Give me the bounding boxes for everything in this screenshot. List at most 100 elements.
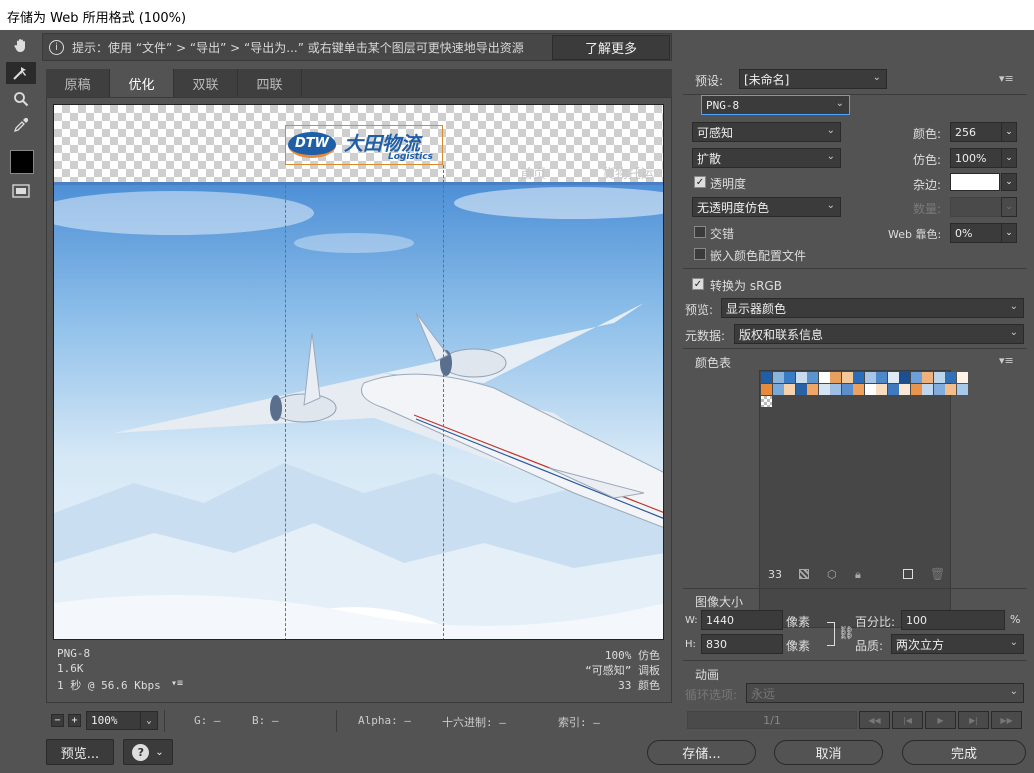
slice-select-tool-icon[interactable] <box>6 62 36 84</box>
color-swatch[interactable] <box>876 372 887 383</box>
color-swatch[interactable] <box>910 384 922 395</box>
animation-controls: ◀◀ |◀ ▶ ▶| ▶▶ <box>859 711 1025 729</box>
color-swatch[interactable] <box>807 372 818 383</box>
hand-tool-icon[interactable] <box>6 34 36 56</box>
dither-field[interactable]: 100% <box>950 148 1002 168</box>
width-label: W: <box>685 615 698 626</box>
color-table-menu-icon[interactable]: ▾≡ <box>999 354 1014 367</box>
quality-dropdown[interactable]: 两次立方 ⌄ <box>891 634 1024 654</box>
preview-in-browser-button[interactable]: 预览... <box>46 739 114 765</box>
transparency-dither-dropdown[interactable]: 无透明度仿色 ⌄ <box>692 197 841 217</box>
color-swatch[interactable] <box>784 372 795 383</box>
color-swatch[interactable] <box>772 384 784 395</box>
cancel-button[interactable]: 取消 <box>774 740 883 765</box>
image-preview[interactable]: DTW 大田物流 Logistics 首页 货物托运 <box>53 104 664 640</box>
color-swatch[interactable] <box>818 384 830 395</box>
metadata-dropdown[interactable]: 版权和联系信息 ⌄ <box>734 324 1024 344</box>
map-transparency-icon[interactable] <box>799 569 809 579</box>
matte-color-swatch[interactable] <box>950 173 1000 191</box>
height-field[interactable]: 830 <box>701 634 783 654</box>
web-shift-icon[interactable]: ⬡ <box>827 568 837 581</box>
color-swatch[interactable] <box>853 384 864 395</box>
color-swatch[interactable] <box>922 384 933 395</box>
color-swatch[interactable] <box>761 372 772 383</box>
learn-more-button[interactable]: 了解更多 <box>552 35 670 60</box>
done-button[interactable]: 完成 <box>902 740 1026 765</box>
color-swatch[interactable] <box>910 372 922 383</box>
preset-dropdown[interactable]: [未命名] ⌄ <box>739 69 887 89</box>
color-swatch[interactable] <box>933 372 945 383</box>
interlaced-checkbox[interactable] <box>694 226 706 238</box>
color-swatch[interactable] <box>830 372 841 383</box>
color-swatch[interactable] <box>853 372 864 383</box>
toggle-slices-visibility-icon[interactable] <box>6 180 36 202</box>
optimize-menu-icon[interactable]: ▾≡ <box>999 72 1014 85</box>
preview-label: 预览: <box>685 303 714 317</box>
color-swatch[interactable] <box>864 384 876 395</box>
zoom-tool-icon[interactable] <box>6 88 36 110</box>
view-tabs: 原稿 优化 双联 四联 <box>46 69 672 97</box>
color-swatch[interactable] <box>841 384 853 395</box>
percent-field[interactable]: 100 <box>901 610 1005 630</box>
tab-2-up[interactable]: 双联 <box>174 69 238 97</box>
tab-4-up[interactable]: 四联 <box>238 69 302 97</box>
download-speed-menu-icon[interactable]: ▾≡ <box>171 678 183 689</box>
color-swatch[interactable] <box>899 384 910 395</box>
tab-optimized[interactable]: 优化 <box>110 69 174 97</box>
convert-srgb-checkbox[interactable]: ✓ <box>692 278 704 290</box>
web-snap-field[interactable]: 0% <box>950 223 1002 243</box>
add-color-icon[interactable] <box>903 569 913 579</box>
lock-color-icon[interactable]: 🔒︎ <box>855 568 861 582</box>
dither-algorithm-dropdown[interactable]: 扩散 ⌄ <box>692 148 841 168</box>
color-swatch[interactable] <box>841 372 853 383</box>
amount-dropdown-icon: ⌄ <box>1001 197 1017 217</box>
preview-color-dropdown[interactable]: 显示器颜色 ⌄ <box>721 298 1024 318</box>
zoom-dropdown-icon[interactable]: ⌄ <box>140 711 158 730</box>
color-swatch[interactable] <box>795 372 807 383</box>
save-button[interactable]: 存储... <box>647 740 756 765</box>
color-swatch[interactable] <box>887 384 899 395</box>
matte-label: 杂边: <box>913 178 942 192</box>
dither-dropdown-icon[interactable]: ⌄ <box>1001 148 1017 168</box>
colors-dropdown-icon[interactable]: ⌄ <box>1001 122 1017 142</box>
color-swatch[interactable] <box>772 372 784 383</box>
color-swatch[interactable] <box>864 372 876 383</box>
color-swatch[interactable] <box>945 372 956 383</box>
color-table[interactable] <box>759 370 968 628</box>
matte-dropdown-icon[interactable]: ⌄ <box>1001 173 1017 191</box>
eyedropper-color-swatch[interactable] <box>10 150 34 174</box>
color-swatch[interactable] <box>933 384 945 395</box>
info-dither: 100% 仿色 <box>604 649 660 662</box>
file-format-dropdown[interactable]: PNG-8 ⌄ <box>701 95 850 115</box>
transparent-color-swatch[interactable] <box>761 396 772 407</box>
chain-link-icon[interactable]: ⛓︎ <box>838 626 855 641</box>
color-swatch[interactable] <box>899 372 910 383</box>
width-field[interactable]: 1440 <box>701 610 783 630</box>
color-swatch[interactable] <box>807 384 818 395</box>
browser-select-button[interactable]: ? ⌄ <box>123 739 173 765</box>
color-swatch[interactable] <box>945 384 956 395</box>
preset-label: 预设: <box>695 74 724 88</box>
readout-alpha: Alpha: — <box>358 714 411 727</box>
embed-profile-checkbox[interactable] <box>694 248 706 260</box>
color-swatch[interactable] <box>761 384 772 395</box>
color-swatch[interactable] <box>795 384 807 395</box>
color-swatch[interactable] <box>818 372 830 383</box>
play-icon: ▶ <box>925 711 956 729</box>
tab-original[interactable]: 原稿 <box>46 69 110 97</box>
color-swatch[interactable] <box>876 384 887 395</box>
color-swatch[interactable] <box>784 384 795 395</box>
web-snap-dropdown-icon[interactable]: ⌄ <box>1001 223 1017 243</box>
color-swatch[interactable] <box>956 384 968 395</box>
header-bottom-bar <box>54 182 663 185</box>
transparency-checkbox[interactable]: ✓ <box>694 176 706 188</box>
colors-field[interactable]: 256 <box>950 122 1002 142</box>
zoom-in-button[interactable]: + <box>68 714 81 727</box>
color-swatch[interactable] <box>830 384 841 395</box>
color-swatch[interactable] <box>956 372 968 383</box>
zoom-out-button[interactable]: − <box>51 714 64 727</box>
eyedropper-tool-icon[interactable] <box>6 114 36 136</box>
color-swatch[interactable] <box>922 372 933 383</box>
color-swatch[interactable] <box>887 372 899 383</box>
color-reduction-dropdown[interactable]: 可感知 ⌄ <box>692 122 841 142</box>
